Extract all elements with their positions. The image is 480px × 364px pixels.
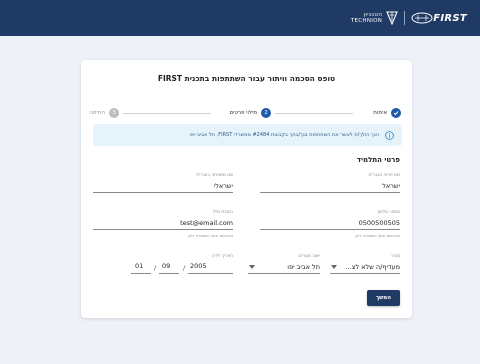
gender-select[interactable]: מגדר מעדיף/ה שלא לצ...: [330, 254, 400, 274]
stepper-connector: [123, 113, 211, 114]
field-label: מספר טלפון: [377, 210, 400, 215]
date-separator: /: [154, 264, 157, 272]
phone-helper-text: בפורמט חוקי השמירה ריק: [355, 233, 400, 238]
first-wordmark: FIRST: [433, 12, 467, 24]
field-value: test@email.com: [180, 219, 233, 227]
birth-month-underline: [159, 273, 179, 274]
student-details-title: פרטי התלמיד: [356, 156, 400, 164]
date-separator: /: [183, 264, 186, 272]
first-name-field[interactable]: שם פרטי בעברית ישראל: [260, 173, 400, 193]
field-label: שם משפחה בעברית: [196, 173, 233, 178]
top-header-bar: הטכניון TECHNION FIRST: [0, 0, 480, 36]
birth-year-underline: [188, 273, 233, 274]
first-emblem-icon: [411, 12, 433, 24]
first-logo[interactable]: FIRST: [411, 12, 467, 24]
step-label: חתימה: [89, 110, 105, 116]
continue-button[interactable]: המשך: [367, 290, 400, 306]
step-label: מילוי פרטים: [229, 110, 257, 116]
field-value: ישראל: [382, 182, 400, 190]
field-label: כתובת מייל: [212, 210, 233, 215]
info-text: הנך הולך/ת לאשר את השתתפות בנך/בתך בקבוצ…: [189, 132, 379, 138]
stepper-connector: [275, 113, 353, 114]
city-select[interactable]: ישוב מגורים תל אביב יפו: [248, 254, 320, 274]
brand-logos: הטכניון TECHNION FIRST: [351, 9, 467, 27]
step-number: 3: [109, 108, 119, 118]
field-label: ישוב מגורים: [298, 254, 320, 259]
step-number: 2: [261, 108, 271, 118]
form-title: טופס הסכמה וויתור עבור השתתפות בתכנית FI…: [157, 74, 336, 83]
field-label: שם פרטי בעברית: [368, 173, 400, 178]
technion-logo-text: הטכניון TECHNION: [351, 12, 382, 25]
field-value: תל אביב יפו: [287, 263, 320, 271]
step-verification: אימות: [373, 106, 401, 120]
technion-emblem-icon: [386, 11, 399, 25]
field-value: ישראלי: [213, 182, 233, 190]
field-label: מגדר: [390, 254, 400, 259]
step-fill-details: 2 מילוי פרטים: [229, 106, 271, 120]
info-icon: [385, 130, 394, 140]
email-helper-text: בפורמט חוקי השמירה ריק: [188, 233, 233, 238]
info-banner: הנך הולך/ת לאשר את השתתפות בנך/בתך בקבוצ…: [93, 124, 402, 146]
birth-day-underline: [131, 273, 151, 274]
last-name-field[interactable]: שם משפחה בעברית ישראלי: [93, 173, 233, 193]
chevron-down-icon: [249, 265, 255, 269]
phone-field[interactable]: מספר טלפון 0500500505: [260, 210, 400, 230]
consent-form-card: טופס הסכמה וויתור עבור השתתפות בתכנית FI…: [81, 60, 412, 318]
form-stepper: אימות 2 מילוי פרטים 3 חתימה: [89, 106, 401, 120]
birthdate-field: תאריך לידה 01 / 09 / 2005: [93, 254, 233, 274]
email-field[interactable]: כתובת מייל test@email.com: [93, 210, 233, 230]
step-label: אימות: [373, 110, 387, 116]
field-value: 0500500505: [358, 219, 400, 227]
field-label: תאריך לידה: [211, 254, 233, 259]
chevron-down-icon: [331, 265, 337, 269]
logo-divider: [404, 11, 406, 25]
check-icon: [391, 108, 401, 118]
field-value: מעדיף/ה שלא לצ...: [345, 263, 400, 271]
step-signature: 3 חתימה: [89, 106, 119, 120]
technion-english-text: TECHNION: [350, 18, 383, 24]
